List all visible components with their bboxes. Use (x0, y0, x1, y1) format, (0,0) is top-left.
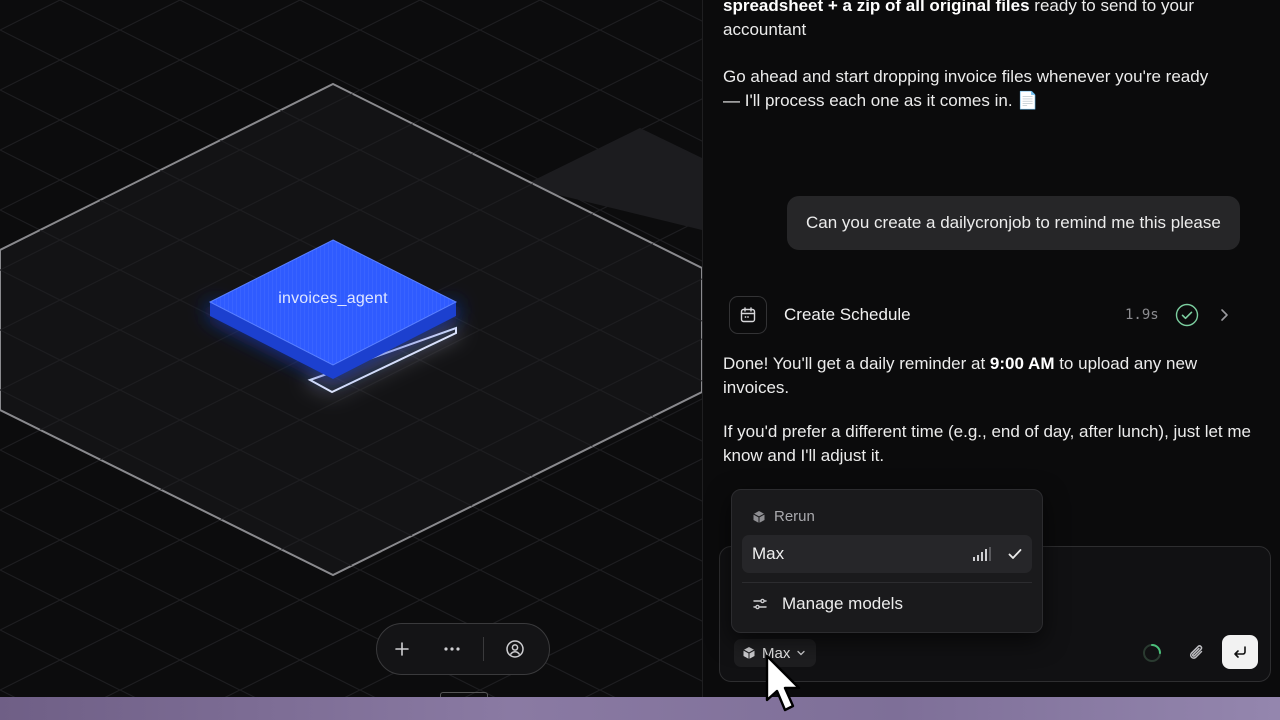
assistant-message-followup: If you'd prefer a different time (e.g., … (723, 422, 1251, 465)
menu-divider (742, 582, 1032, 583)
chat-panel: spreadsheet + a zip of all original file… (702, 0, 1280, 697)
more-dots-icon (444, 647, 460, 651)
plus-icon (395, 642, 409, 656)
tool-call-row[interactable]: Create Schedule 1.9s (729, 296, 1239, 334)
assistant-message-done: Done! You'll get a daily reminder at 9:0… (723, 352, 1253, 400)
mouse-pointer-icon (765, 654, 801, 712)
done-time: 9:00 AM (989, 354, 1055, 373)
checkmark-icon (1008, 549, 1022, 559)
paperclip-icon[interactable] (1186, 642, 1208, 664)
calendar-icon (740, 307, 756, 323)
msg-text: ready to send to your (1029, 0, 1195, 15)
isometric-grid (0, 0, 702, 697)
bottom-gradient-bar (0, 697, 1280, 720)
done-text-prefix: Done! You'll get a daily reminder at (723, 354, 990, 373)
model-dropdown-menu: Rerun Max Manage models (731, 489, 1043, 633)
profile-button[interactable] (490, 629, 540, 669)
node-label[interactable]: invoices_agent (218, 290, 448, 308)
rerun-header[interactable]: Rerun (752, 508, 815, 525)
cube-icon (743, 647, 755, 659)
user-message-bubble: Can you create a dailycronjob to remind … (787, 196, 1240, 250)
canvas-toolbar (376, 623, 550, 675)
loading-spinner-icon (1143, 644, 1161, 662)
sliders-icon (753, 598, 767, 610)
cube-icon (753, 510, 765, 523)
signal-bars-icon (973, 547, 991, 561)
add-button[interactable] (377, 629, 427, 669)
manage-models-item[interactable]: Manage models (752, 594, 903, 614)
enter-arrow-icon (1234, 646, 1246, 658)
assistant-message-prev: spreadsheet + a zip of all original file… (723, 0, 1243, 42)
agent-canvas[interactable]: invoices_agent (0, 0, 702, 697)
tool-icon-box (729, 296, 767, 334)
msg-bold-text: spreadsheet + a zip of all original file… (723, 0, 1030, 15)
user-circle-icon (506, 640, 524, 658)
more-button[interactable] (427, 629, 477, 669)
model-option-label: Max (752, 544, 785, 563)
check-circle-icon (1175, 303, 1199, 327)
model-option-max[interactable]: Max (742, 535, 1032, 573)
chevron-right-icon[interactable] (1215, 306, 1233, 324)
toolbar-divider (483, 637, 484, 661)
tool-name: Create Schedule (784, 305, 911, 324)
tool-duration: 1.9s (1125, 307, 1159, 323)
send-button[interactable] (1222, 635, 1258, 669)
manage-models-label: Manage models (782, 594, 903, 613)
msg-text-line2: accountant (723, 20, 807, 39)
rerun-label: Rerun (774, 508, 815, 525)
assistant-message-go-ahead: Go ahead and start dropping invoice file… (723, 67, 1209, 110)
